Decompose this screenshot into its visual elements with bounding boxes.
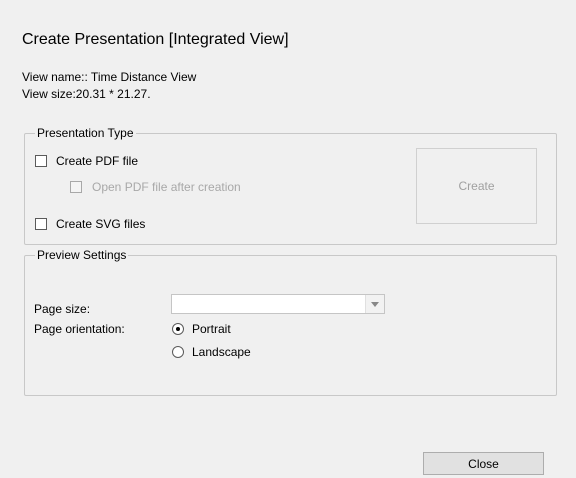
page-size-label: Page size:	[34, 302, 91, 316]
presentation-type-group: Presentation Type Create PDF file Open P…	[24, 126, 557, 245]
create-button-label: Create	[458, 179, 495, 193]
dropdown-arrow-icon[interactable]	[365, 295, 384, 313]
preview-settings-group: Preview Settings Page size: Page orienta…	[24, 248, 557, 396]
dialog-title: Create Presentation [Integrated View]	[22, 31, 289, 48]
close-button-label: Close	[468, 456, 499, 471]
open-pdf-checkbox[interactable]	[70, 181, 82, 193]
open-pdf-label: Open PDF file after creation	[92, 180, 241, 194]
landscape-radio[interactable]	[172, 346, 184, 358]
page-orientation-label: Page orientation:	[34, 322, 125, 336]
presentation-type-legend: Presentation Type	[35, 126, 136, 140]
page-size-dropdown[interactable]	[171, 294, 385, 314]
create-pdf-label[interactable]: Create PDF file	[56, 154, 138, 168]
create-button[interactable]: Create	[416, 148, 537, 224]
landscape-label[interactable]: Landscape	[192, 345, 251, 359]
portrait-radio[interactable]	[172, 323, 184, 335]
close-button[interactable]: Close	[423, 452, 544, 475]
preview-settings-legend: Preview Settings	[35, 248, 129, 262]
create-svg-label[interactable]: Create SVG files	[56, 217, 145, 231]
view-size-text: View size:20.31 * 21.27.	[22, 87, 151, 101]
create-svg-checkbox[interactable]	[35, 218, 47, 230]
portrait-label[interactable]: Portrait	[192, 322, 231, 336]
view-name-text: View name:: Time Distance View	[22, 70, 197, 84]
create-pdf-checkbox[interactable]	[35, 155, 47, 167]
